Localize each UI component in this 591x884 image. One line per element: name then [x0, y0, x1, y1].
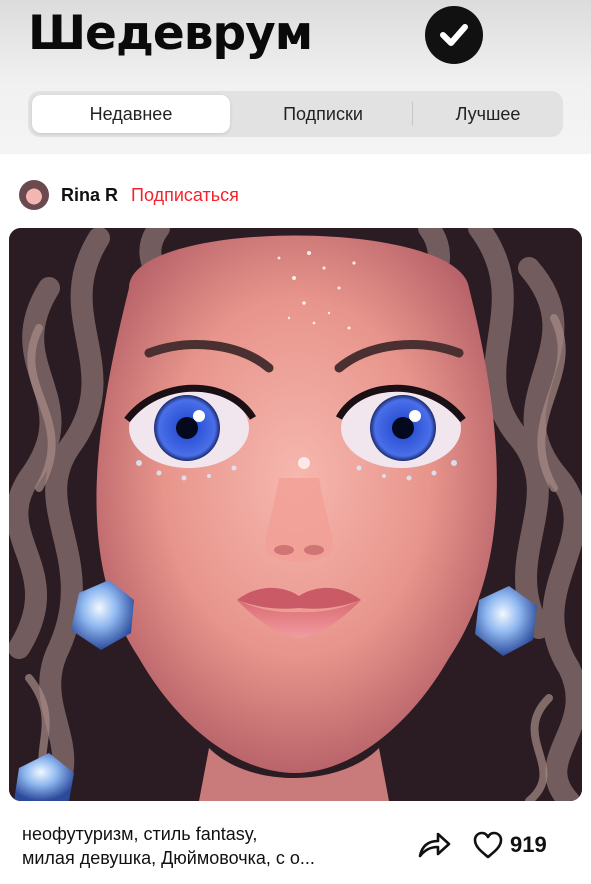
app-header: Шедеврум Недавнее Подписки Лучшее — [0, 0, 591, 154]
tab-recent[interactable]: Недавнее — [32, 95, 230, 133]
tab-subscriptions[interactable]: Подписки — [234, 91, 412, 137]
caption-line-1: неофутуризм, стиль fantasy, — [22, 824, 258, 844]
like-count: 919 — [510, 832, 547, 857]
caption-line-2: милая девушка, Дюймовочка, с о... — [22, 848, 315, 868]
share-arrow-icon — [418, 832, 451, 858]
avatar[interactable] — [19, 180, 49, 210]
checkmark-icon[interactable] — [425, 6, 483, 64]
post-caption[interactable]: неофутуризм, стиль fantasy, милая девушк… — [22, 822, 392, 870]
like-button[interactable]: 919 — [472, 829, 547, 861]
author-name[interactable]: Rina R — [61, 185, 118, 206]
tab-best[interactable]: Лучшее — [413, 91, 563, 137]
post-image[interactable] — [9, 228, 582, 801]
post-author-row: Rina R Подписаться — [19, 178, 239, 212]
share-button[interactable] — [416, 829, 452, 861]
heart-icon — [473, 831, 503, 859]
app-title: Шедеврум — [28, 6, 313, 61]
feed-tabs: Недавнее Подписки Лучшее — [28, 91, 563, 137]
subscribe-button[interactable]: Подписаться — [131, 185, 239, 206]
